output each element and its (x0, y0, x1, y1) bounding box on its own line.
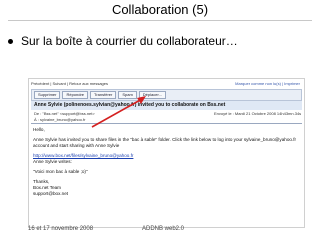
email-body: Hello, Anne Sylvie has invited you to sh… (33, 127, 300, 197)
email-subject: Anne Sylvie (polinenoes.sylvian@yahoo.fr… (31, 101, 302, 110)
email-invite-text: Anne Sylvie has invited you to share fil… (33, 137, 297, 148)
footer-title: ADDNB web2.0 (142, 226, 185, 232)
slide-title: Collaboration (5) (111, 2, 209, 17)
email-support: support@box.net (33, 191, 69, 196)
email-nav-links[interactable]: Précédent | Suivant | Retour aux message… (31, 81, 108, 86)
email-date: Envoyé le : Mardi 21 Octobre 2008 14h43m… (214, 111, 302, 116)
share-link[interactable]: http://www.box.net/files/sylvaine_bruno@… (33, 153, 133, 158)
footer-date: 16 et 17 novembre 2008 (28, 226, 94, 232)
email-header-divider (31, 123, 302, 124)
email-nav-bar: Précédent | Suivant | Retour aux message… (31, 81, 302, 87)
bullet-item: Sur la boîte à courrier du collaborateur… (8, 34, 238, 48)
email-screenshot: Précédent | Suivant | Retour aux message… (28, 78, 305, 228)
email-toolbar: Supprimer Répondre Transférer Spam Dépla… (31, 89, 302, 101)
bullet-icon (8, 39, 13, 45)
email-actions-links[interactable]: Marquer comme non lu(s) | Imprimer (235, 81, 300, 86)
email-to: À : sylvaine_bruno@yahoo.fr (34, 117, 86, 122)
bullet-text: Sur la boîte à courrier du collaborateur… (21, 34, 238, 48)
red-arrow-icon (91, 96, 146, 128)
title-divider (8, 20, 312, 21)
delete-button[interactable]: Supprimer (34, 91, 61, 99)
